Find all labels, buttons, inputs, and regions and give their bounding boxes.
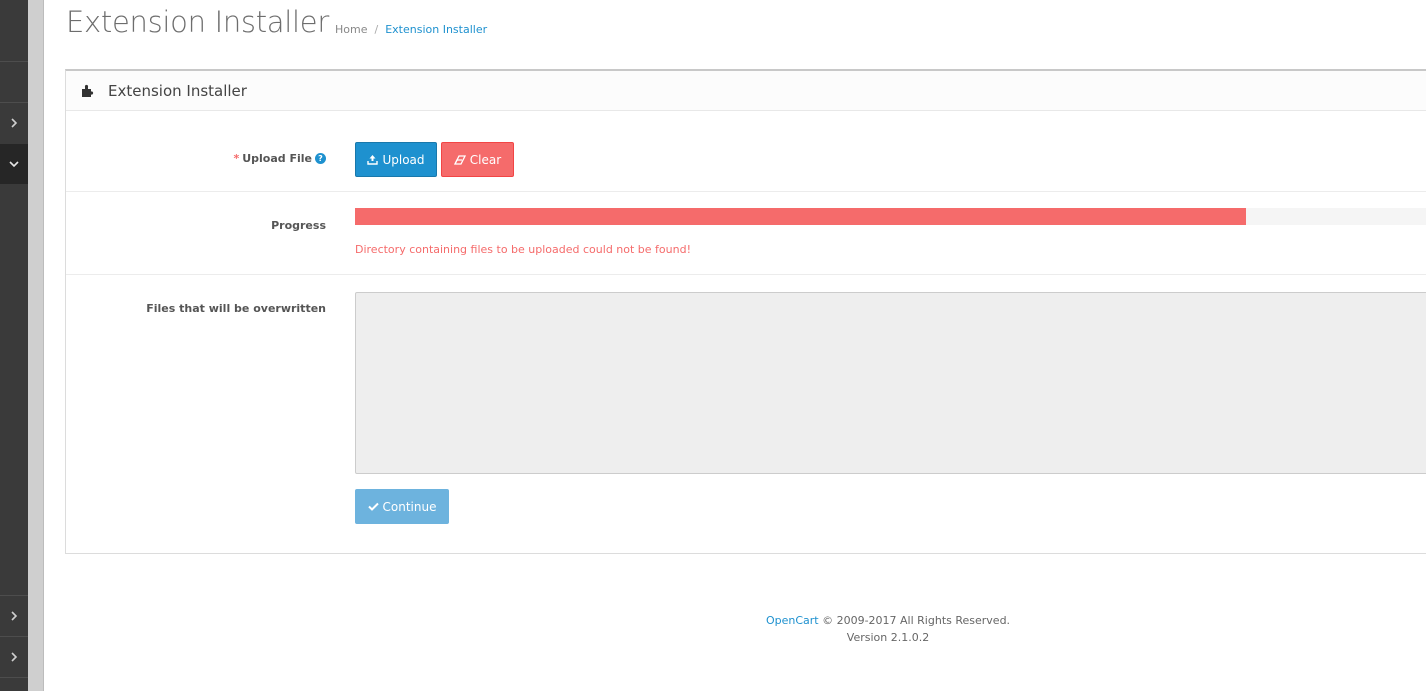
- continue-button[interactable]: Continue: [355, 489, 449, 524]
- breadcrumb: Home / Extension Installer: [335, 23, 487, 36]
- breadcrumb-home-link[interactable]: Home: [335, 23, 367, 36]
- copyright-text: © 2009-2017 All Rights Reserved.: [822, 614, 1011, 627]
- progress-bar: [355, 208, 1426, 225]
- check-icon: [367, 502, 379, 511]
- upload-button-label: Upload: [382, 152, 425, 167]
- puzzle-icon: [82, 84, 94, 97]
- version-text: Version 2.1.0.2: [846, 631, 930, 644]
- progress-label: Progress: [271, 219, 326, 232]
- chevron-down-icon: [9, 161, 19, 168]
- upload-error-message: Directory containing files to be uploade…: [355, 243, 691, 256]
- chevron-right-icon: [11, 652, 18, 662]
- eraser-icon: [453, 154, 466, 165]
- extension-installer-panel: Extension Installer * Upload File? Upload…: [65, 69, 1426, 554]
- sidebar-divider: [0, 61, 28, 62]
- chevron-right-icon: [11, 118, 18, 128]
- panel-heading: Extension Installer: [66, 71, 1426, 111]
- clear-button-label: Clear: [469, 152, 502, 167]
- sidebar-edge: [28, 0, 44, 691]
- overwrite-files-textarea[interactable]: [355, 292, 1426, 474]
- page-title: Extension Installer: [66, 5, 329, 39]
- footer-copyright-line: OpenCart © 2009-2017 All Rights Reserved…: [350, 612, 1426, 629]
- progress-bar-fill: [355, 208, 1246, 225]
- question-circle-icon[interactable]: ?: [315, 153, 326, 164]
- opencart-link[interactable]: OpenCart: [766, 614, 819, 627]
- continue-button-label: Continue: [382, 499, 437, 514]
- sidebar-item-active[interactable]: [0, 144, 28, 184]
- upload-file-label: * Upload File?: [233, 152, 326, 165]
- upload-button[interactable]: Upload: [355, 142, 437, 177]
- overwrite-label: Files that will be overwritten: [146, 302, 326, 315]
- panel-title: Extension Installer: [108, 81, 247, 100]
- breadcrumb-divider: /: [374, 23, 379, 36]
- progress-row: Progress Directory containing files to b…: [66, 193, 1426, 275]
- required-marker: *: [233, 152, 240, 165]
- sidebar-item[interactable]: [0, 103, 28, 143]
- sidebar-divider: [0, 677, 28, 678]
- upload-icon: [367, 155, 379, 165]
- upload-file-row: * Upload File? Upload Clear: [66, 112, 1426, 192]
- breadcrumb-current-link[interactable]: Extension Installer: [385, 23, 487, 36]
- clear-button[interactable]: Clear: [441, 142, 514, 177]
- upload-file-label-text: Upload File: [242, 152, 312, 165]
- overwrite-row: Files that will be overwritten Continue: [66, 276, 1426, 556]
- sidebar: [0, 0, 28, 691]
- footer: OpenCart © 2009-2017 All Rights Reserved…: [0, 612, 1426, 646]
